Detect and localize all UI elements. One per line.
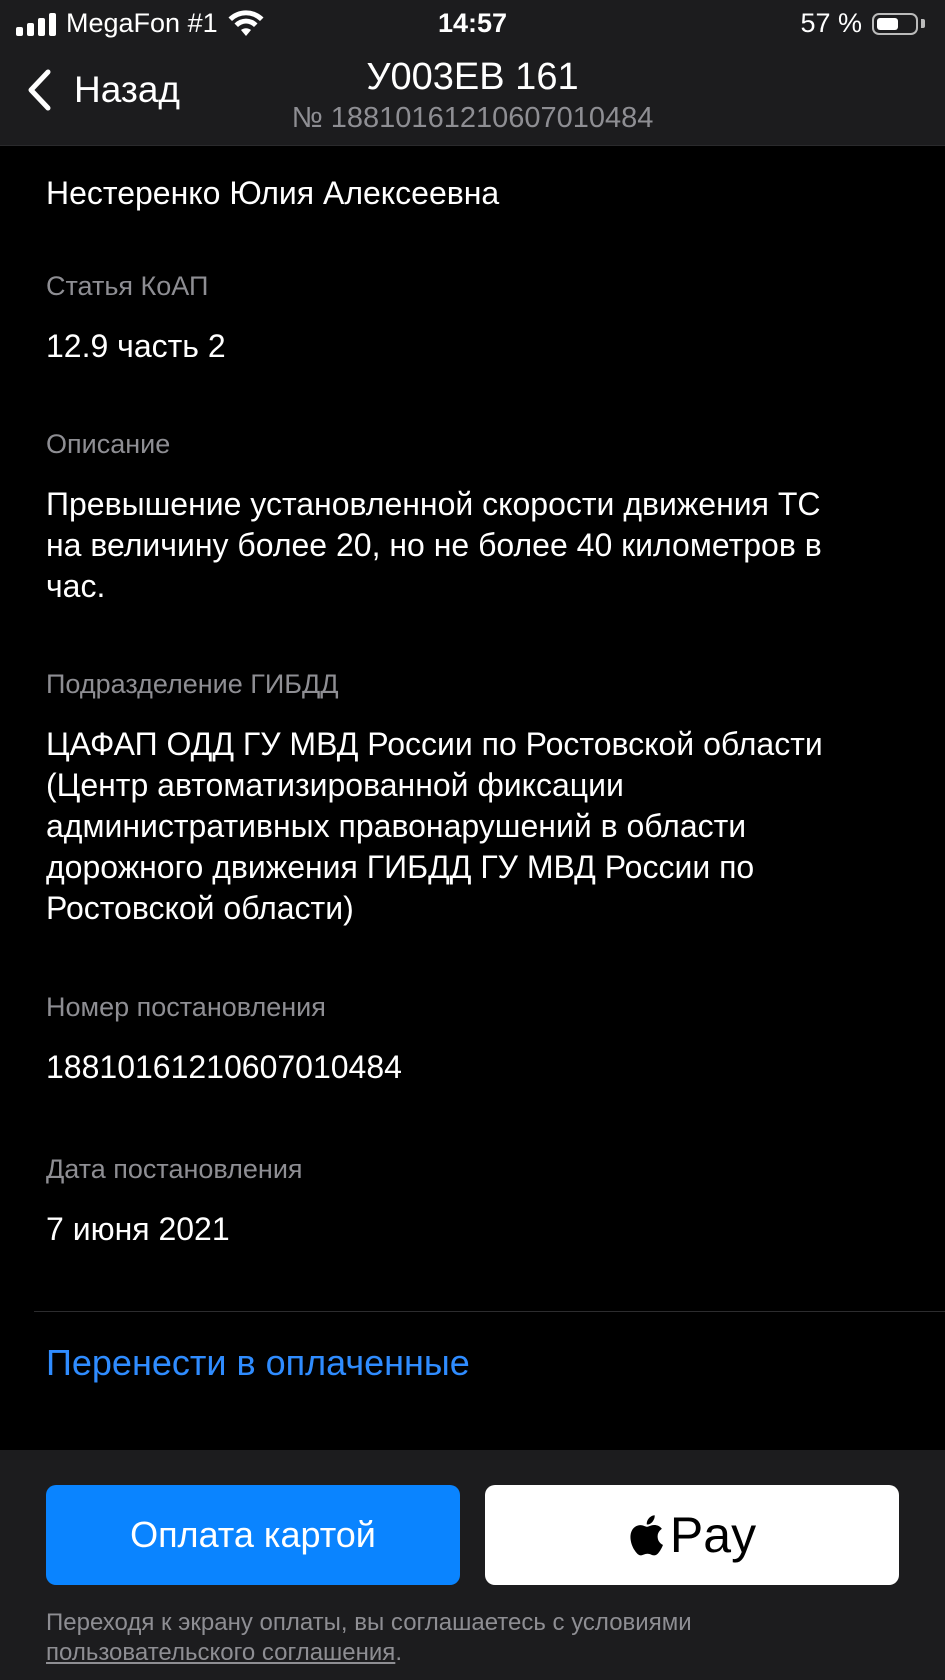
payment-panel: Оплата картой Pay Переходя к экрану опла…	[0, 1450, 945, 1680]
field-value: 18810161210607010484	[46, 1049, 402, 1085]
terms-text: Переходя к экрану оплаты, вы соглашаетес…	[46, 1609, 692, 1636]
user-agreement-link[interactable]: пользовательского соглашения	[46, 1639, 395, 1666]
field-label: Статья КоАП	[46, 271, 209, 301]
divider	[34, 1311, 945, 1312]
battery-fill	[877, 17, 898, 30]
field-description: Описание Превышение установленной скорос…	[46, 429, 856, 607]
field-label: Дата постановления	[46, 1154, 303, 1184]
apple-pay-label: Pay	[669, 1507, 757, 1563]
status-right: 57 %	[800, 8, 925, 39]
field-department: Подразделение ГИБДД ЦАФАП ОДД ГУ МВД Рос…	[46, 669, 856, 929]
terms-end: .	[395, 1639, 402, 1666]
owner-name: Нестеренко Юлия Алексеевна	[46, 175, 500, 211]
page-title: У003ЕВ 161	[366, 56, 579, 98]
move-to-paid-link[interactable]: Перенести в оплаченные	[46, 1342, 470, 1384]
apple-pay-button[interactable]: Pay	[485, 1485, 899, 1585]
battery-icon	[872, 12, 918, 35]
field-label: Описание	[46, 429, 171, 459]
field-label: Номер постановления	[46, 992, 326, 1022]
navigation-bar: Назад У003ЕВ 161 № 18810161210607010484	[0, 48, 945, 146]
field-value: Превышение установленной скорости движен…	[46, 486, 822, 604]
battery-cap	[921, 19, 925, 28]
field-value: 7 июня 2021	[46, 1211, 230, 1247]
field-label: Подразделение ГИБДД	[46, 669, 339, 699]
field-resolution-number: Номер постановления 18810161210607010484	[46, 992, 856, 1088]
page-subtitle: № 18810161210607010484	[291, 102, 654, 134]
pay-by-card-button[interactable]: Оплата картой	[46, 1485, 460, 1585]
terms-notice: Переходя к экрану оплаты, вы соглашаетес…	[46, 1608, 896, 1668]
apple-logo-icon	[630, 1515, 663, 1556]
field-value: ЦАФАП ОДД ГУ МВД России по Ростовской об…	[46, 726, 823, 926]
status-bar: MegaFon #1 14:57 57 %	[0, 0, 945, 48]
field-article: Статья КоАП 12.9 часть 2	[46, 271, 856, 367]
field-value: 12.9 часть 2	[46, 328, 226, 364]
battery-percent: 57 %	[800, 8, 862, 38]
field-resolution-date: Дата постановления 7 июня 2021	[46, 1154, 856, 1250]
